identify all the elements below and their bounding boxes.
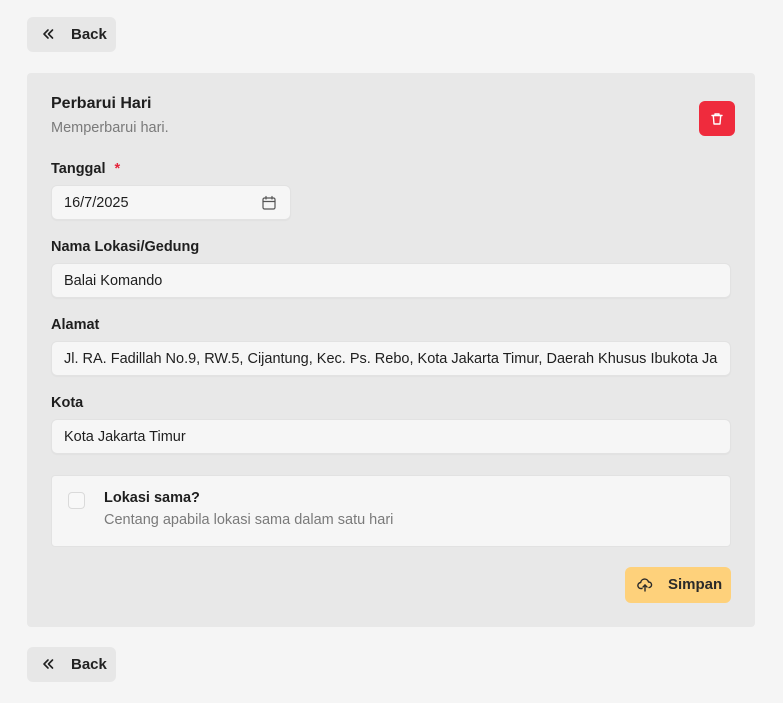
date-label-text: Tanggal [51, 161, 106, 177]
address-label: Alamat [51, 317, 100, 333]
update-day-card: Perbarui Hari Memperbarui hari. Tanggal *… [27, 73, 755, 627]
chevrons-left-icon [43, 659, 54, 669]
chevrons-left-icon [43, 29, 54, 39]
save-button[interactable]: Simpan [625, 567, 731, 603]
date-label: Tanggal * [51, 161, 120, 177]
cloud-upload-icon [637, 578, 653, 592]
location-value: Balai Komando [64, 272, 163, 289]
date-value: 16/7/2025 [64, 194, 129, 211]
save-button-label: Simpan [668, 576, 723, 593]
address-input[interactable]: Jl. RA. Fadillah No.9, RW.5, Cijantung, … [51, 341, 731, 376]
same-location-option[interactable]: Lokasi sama? Centang apabila lokasi sama… [51, 475, 731, 547]
calendar-icon[interactable] [261, 195, 277, 211]
same-location-title: Lokasi sama? [104, 490, 200, 506]
same-location-description: Centang apabila lokasi sama dalam satu h… [104, 512, 394, 528]
city-value: Kota Jakarta Timur [64, 428, 186, 445]
city-input[interactable]: Kota Jakarta Timur [51, 419, 731, 454]
required-mark: * [114, 161, 121, 177]
trash-icon [711, 112, 723, 125]
back-button-top[interactable]: Back [27, 17, 116, 52]
location-input[interactable]: Balai Komando [51, 263, 731, 298]
back-button-bottom[interactable]: Back [27, 647, 116, 682]
card-subtitle: Memperbarui hari. [51, 120, 169, 136]
location-label: Nama Lokasi/Gedung [51, 239, 200, 255]
card-title: Perbarui Hari [51, 95, 152, 112]
date-input[interactable]: 16/7/2025 [51, 185, 291, 220]
same-location-checkbox[interactable] [68, 492, 85, 509]
delete-button[interactable] [699, 101, 735, 136]
back-button-label: Back [71, 656, 107, 673]
back-button-label: Back [71, 26, 107, 43]
address-value: Jl. RA. Fadillah No.9, RW.5, Cijantung, … [64, 350, 718, 367]
city-label: Kota [51, 395, 84, 411]
